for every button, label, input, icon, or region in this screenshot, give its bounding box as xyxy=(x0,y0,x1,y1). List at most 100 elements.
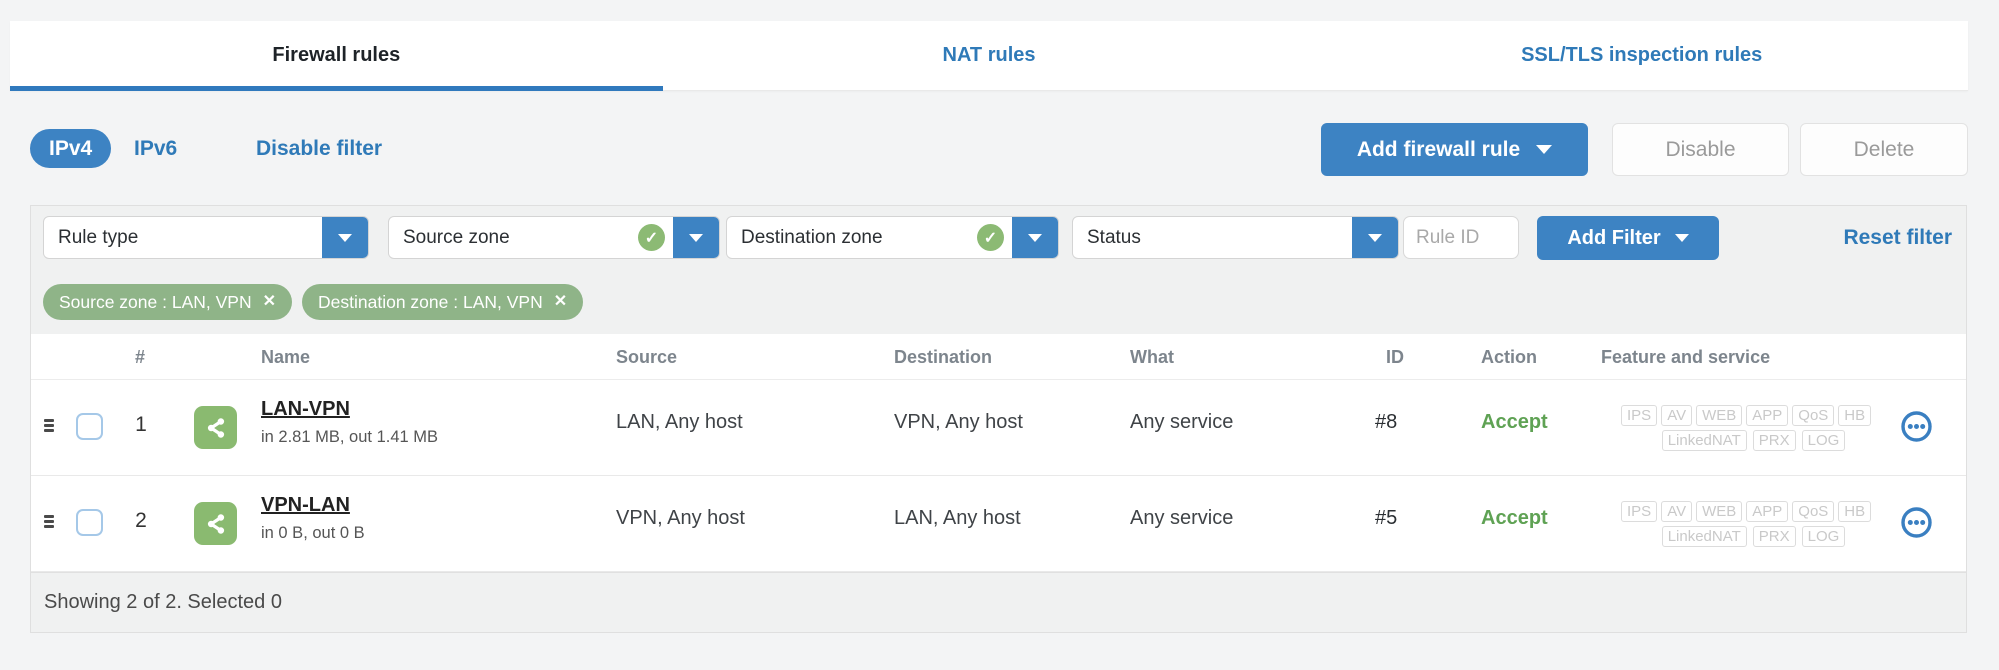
feature-badges: IPS AV WEB APP QoS HB LinkedNAT PRX LOG xyxy=(1621,501,1886,547)
cell-rule-id: #8 xyxy=(1375,411,1398,433)
badge-app: APP xyxy=(1746,405,1789,426)
chevron-down-icon xyxy=(689,233,703,242)
badge-app: APP xyxy=(1746,501,1789,522)
filter-bar: Rule type Source zone ✓ Destination zone… xyxy=(31,206,1966,270)
rule-name-block: VPN-LAN in 0 B, out 0 B xyxy=(261,494,365,543)
chip-label: Destination zone : LAN, VPN xyxy=(318,291,543,312)
filter-select-status[interactable]: Status xyxy=(1072,216,1399,259)
badge-av: AV xyxy=(1661,405,1693,426)
chevron-down-icon xyxy=(1368,233,1382,242)
cell-action-accept: Accept xyxy=(1481,507,1548,529)
filter-chips-row: Source zone : LAN, VPN ✕ Destination zon… xyxy=(31,270,1966,334)
badge-qos: QoS xyxy=(1792,405,1835,426)
chevron-down-icon xyxy=(338,233,352,242)
rule-type-share-icon xyxy=(194,406,237,449)
cell-destination: VPN, Any host xyxy=(894,411,1023,433)
table-row: 1 LAN-VPN in 2.81 MB, out 1.41 MB LAN, A… xyxy=(31,380,1966,476)
rule-name-block: LAN-VPN in 2.81 MB, out 1.41 MB xyxy=(261,398,438,447)
filter-select-label: Destination zone xyxy=(741,226,883,248)
ellipsis-menu-icon[interactable] xyxy=(1900,506,1933,539)
chevron-down-icon xyxy=(1536,145,1553,154)
feature-badges: IPS AV WEB APP QoS HB LinkedNAT PRX LOG xyxy=(1621,405,1886,451)
filter-select-destination-zone[interactable]: Destination zone ✓ xyxy=(726,216,1059,259)
ellipsis-menu-icon[interactable] xyxy=(1900,410,1933,443)
tab-firewall-rules[interactable]: Firewall rules xyxy=(10,21,663,91)
dropdown-button[interactable] xyxy=(1352,217,1398,258)
add-firewall-rule-label: Add firewall rule xyxy=(1356,137,1521,161)
badge-linkednat: LinkedNAT xyxy=(1661,430,1747,451)
disable-filter-link[interactable]: Disable filter xyxy=(256,129,382,168)
tab-ssl-tls-inspection-rules[interactable]: SSL/TLS inspection rules xyxy=(1315,21,1968,90)
badge-ips: IPS xyxy=(1621,405,1658,426)
dropdown-button[interactable] xyxy=(673,217,719,258)
rule-traffic-stats: in 0 B, out 0 B xyxy=(261,524,365,542)
row-checkbox[interactable] xyxy=(76,509,103,536)
filter-select-label: Status xyxy=(1087,226,1141,248)
cell-source: VPN, Any host xyxy=(616,507,745,529)
table-row: 2 VPN-LAN in 0 B, out 0 B VPN, Any host … xyxy=(31,476,1966,572)
row-checkbox[interactable] xyxy=(76,413,103,440)
chevron-down-icon xyxy=(1674,234,1689,242)
firewall-rules-page: Firewall rules NAT rules SSL/TLS inspect… xyxy=(0,0,1999,670)
filter-select-source-zone[interactable]: Source zone ✓ xyxy=(388,216,720,259)
drag-handle-icon[interactable] xyxy=(44,419,54,434)
dropdown-button[interactable] xyxy=(1012,217,1058,258)
column-header-name: Name xyxy=(261,347,311,367)
close-icon[interactable]: ✕ xyxy=(554,294,567,310)
check-circle-icon: ✓ xyxy=(977,224,1004,251)
column-header-id: ID xyxy=(1386,347,1404,367)
badge-web: WEB xyxy=(1696,405,1743,426)
dropdown-button[interactable] xyxy=(322,217,368,258)
badge-linkednat: LinkedNAT xyxy=(1661,526,1747,547)
showing-summary: Showing 2 of 2. Selected 0 xyxy=(44,591,282,613)
filter-select-label: Source zone xyxy=(403,226,510,248)
row-number: 2 xyxy=(135,509,147,532)
badge-web: WEB xyxy=(1696,501,1743,522)
badge-log: LOG xyxy=(1801,526,1846,547)
close-icon[interactable]: ✕ xyxy=(263,294,276,310)
badge-hb: HB xyxy=(1838,501,1872,522)
filter-chip-destination-zone: Destination zone : LAN, VPN ✕ xyxy=(302,284,584,320)
add-filter-label: Add Filter xyxy=(1567,226,1661,249)
badge-qos: QoS xyxy=(1792,501,1835,522)
disable-button[interactable]: Disable xyxy=(1612,123,1789,176)
rule-name-link[interactable]: VPN-LAN xyxy=(261,494,365,517)
rule-name-link[interactable]: LAN-VPN xyxy=(261,398,438,421)
add-firewall-rule-button[interactable]: Add firewall rule xyxy=(1321,123,1588,176)
badge-prx: PRX xyxy=(1752,526,1796,547)
ipv4-toggle[interactable]: IPv4 xyxy=(30,129,112,168)
column-header-destination: Destination xyxy=(894,347,993,367)
cell-what: Any service xyxy=(1130,411,1234,433)
chevron-down-icon xyxy=(1028,233,1042,242)
row-number: 1 xyxy=(135,413,147,436)
rules-panel: Rule type Source zone ✓ Destination zone… xyxy=(30,205,1967,633)
table-footer: Showing 2 of 2. Selected 0 xyxy=(31,572,1966,632)
rule-type-share-icon xyxy=(194,502,237,545)
filter-select-rule-type[interactable]: Rule type xyxy=(43,216,369,259)
ipv6-toggle[interactable]: IPv6 xyxy=(134,129,177,168)
check-circle-icon: ✓ xyxy=(638,224,665,251)
cell-source: LAN, Any host xyxy=(616,411,743,433)
reset-filter-link[interactable]: Reset filter xyxy=(1843,206,1952,270)
column-header-source: Source xyxy=(616,347,678,367)
rule-id-input[interactable] xyxy=(1403,216,1519,259)
badge-ips: IPS xyxy=(1621,501,1658,522)
badge-prx: PRX xyxy=(1752,430,1796,451)
tab-nat-rules[interactable]: NAT rules xyxy=(663,21,1316,90)
drag-handle-icon[interactable] xyxy=(44,515,54,530)
badge-log: LOG xyxy=(1801,430,1846,451)
column-header-action: Action xyxy=(1481,347,1537,367)
cell-destination: LAN, Any host xyxy=(894,507,1021,529)
rules-tab-bar: Firewall rules NAT rules SSL/TLS inspect… xyxy=(10,21,1968,91)
chip-label: Source zone : LAN, VPN xyxy=(59,291,252,312)
column-header-what: What xyxy=(1130,347,1174,367)
badge-av: AV xyxy=(1661,501,1693,522)
delete-button[interactable]: Delete xyxy=(1800,123,1968,176)
cell-what: Any service xyxy=(1130,507,1234,529)
cell-action-accept: Accept xyxy=(1481,411,1548,433)
add-filter-button[interactable]: Add Filter xyxy=(1537,216,1719,260)
filter-chip-source-zone: Source zone : LAN, VPN ✕ xyxy=(43,284,293,320)
rule-traffic-stats: in 2.81 MB, out 1.41 MB xyxy=(261,428,439,446)
table-header-row: # Name Source Destination What ID Action… xyxy=(31,334,1966,380)
badge-hb: HB xyxy=(1838,405,1872,426)
